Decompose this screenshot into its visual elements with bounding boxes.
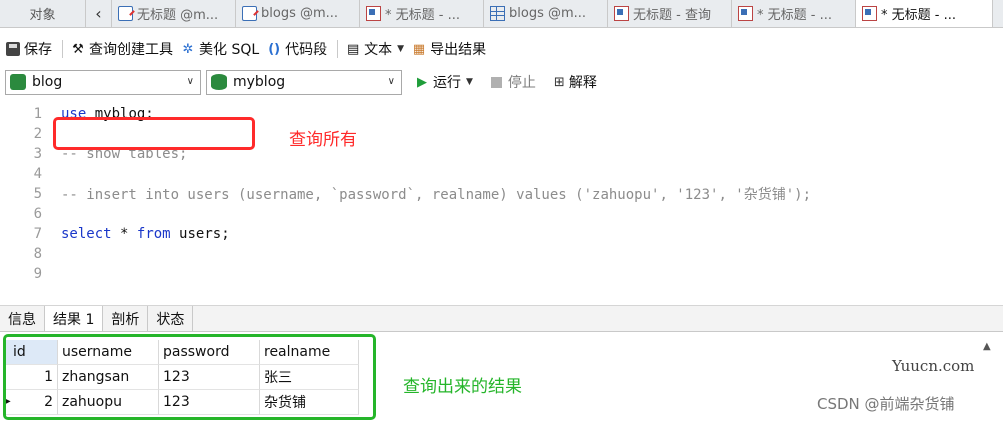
connection-icon — [10, 74, 26, 90]
green-highlight-box — [3, 334, 376, 420]
tab-design-untitled-active[interactable]: * 无标题 - ... — [856, 0, 993, 27]
tab-label: * 无标题 - ... — [757, 8, 832, 23]
tab-label: 无标题 @m... — [137, 8, 219, 23]
annotation-query-all: 查询所有 — [289, 130, 357, 150]
database-select[interactable]: myblog ∨ — [206, 69, 402, 95]
connection-select[interactable]: blog ∨ — [5, 69, 201, 95]
code-line-5: -- insert into users (username, `passwor… — [61, 187, 812, 203]
beautify-sql-button[interactable]: ✲ 美化 SQL — [181, 39, 260, 59]
query-icon — [118, 6, 133, 21]
line-number: 7 — [33, 226, 42, 242]
tab-status[interactable]: 状态 — [148, 306, 194, 331]
stop-button[interactable]: 停止 — [481, 72, 536, 92]
table-design-icon — [738, 6, 753, 21]
braces-icon: () — [268, 41, 281, 57]
query-builder-button[interactable]: ⚒ 查询创建工具 — [71, 39, 173, 59]
annotation-query-result: 查询出来的结果 — [403, 377, 522, 397]
tab-label: * 无标题 - ... — [881, 8, 956, 23]
line-number: 4 — [33, 166, 42, 182]
explain-icon: ⊞ — [553, 74, 565, 90]
table-design-icon — [614, 6, 629, 21]
query-toolbar: 保存 ⚒ 查询创建工具 ✲ 美化 SQL () 代码段 ▤ 文本 ▼ ▦ 导出结… — [0, 34, 1003, 64]
toolbar-divider — [337, 40, 339, 58]
editor-line: 5 -- insert into users (username, `passw… — [0, 184, 1003, 204]
table-design-icon — [862, 6, 877, 21]
line-number: 8 — [33, 246, 42, 262]
watermark-site: Yuucn.com — [892, 357, 975, 375]
watermark-author: CSDN @前端杂货铺 — [817, 395, 955, 413]
tab-info[interactable]: 信息 — [0, 306, 45, 331]
table-icon — [490, 6, 505, 21]
code-snippet-button[interactable]: () 代码段 — [267, 39, 327, 59]
connection-bar: blog ∨ myblog ∨ ▶ 运行 ▼ 停止 ⊞ 解释 — [0, 68, 1003, 96]
text-button[interactable]: ▤ 文本 ▼ — [346, 39, 404, 59]
line-number: 9 — [33, 266, 42, 282]
chevron-down-icon: ∨ — [387, 75, 395, 87]
editor-line: 8 — [0, 244, 1003, 264]
line-number: 6 — [33, 206, 42, 222]
query-icon — [242, 6, 257, 21]
line-number: 3 — [33, 146, 42, 162]
database-icon — [211, 74, 227, 90]
document-icon: ▤ — [347, 41, 360, 57]
dropdown-caret-icon: ▼ — [397, 44, 405, 54]
save-icon — [6, 42, 20, 56]
stop-icon — [490, 76, 502, 88]
tab-objects[interactable]: 对象 — [0, 0, 86, 27]
tab-design-untitled-1[interactable]: * 无标题 - ... — [360, 0, 484, 27]
tab-scroll-left-icon[interactable]: ‹ — [86, 0, 112, 27]
toolbar-divider — [62, 40, 63, 58]
tab-design-untitled-query[interactable]: 无标题 - 查询 — [608, 0, 732, 27]
editor-line: 4 — [0, 164, 1003, 184]
dropdown-caret-icon: ▼ — [466, 77, 473, 87]
line-number: 1 — [33, 106, 42, 122]
tab-label: * 无标题 - ... — [385, 8, 460, 23]
tab-result-1[interactable]: 结果 1 — [45, 306, 104, 331]
explain-button[interactable]: ⊞ 解释 — [544, 72, 597, 92]
code-line-7: select * from users; — [61, 226, 230, 242]
tab-label: 无标题 - 查询 — [633, 8, 711, 23]
magic-wand-icon: ✲ — [182, 41, 194, 57]
line-number: 2 — [33, 126, 42, 142]
tab-design-untitled-2[interactable]: * 无标题 - ... — [732, 0, 856, 27]
result-tab-bar: 信息 结果 1 剖析 状态 — [0, 305, 1003, 332]
tab-table-blogs[interactable]: blogs @m... — [484, 0, 608, 27]
run-button[interactable]: ▶ 运行 ▼ — [407, 72, 473, 92]
table-design-icon — [366, 6, 381, 21]
save-button[interactable]: 保存 — [6, 39, 52, 59]
export-icon: ▦ — [412, 41, 426, 57]
scroll-up-icon[interactable]: ▲ — [983, 341, 991, 352]
editor-line: 6 — [0, 204, 1003, 224]
play-icon: ▶ — [417, 74, 427, 90]
tab-label: blogs @m... — [261, 6, 339, 21]
editor-line: 9 — [0, 264, 1003, 284]
hammer-icon: ⚒ — [72, 41, 84, 57]
editor-line: 7 select * from users; — [0, 224, 1003, 244]
tab-label: blogs @m... — [509, 6, 587, 21]
line-number: 5 — [33, 186, 42, 202]
chevron-down-icon: ∨ — [186, 75, 194, 87]
editor-tab-bar: 对象 ‹ 无标题 @m... blogs @m... * 无标题 - ... b… — [0, 0, 1003, 28]
tab-query-untitled-1[interactable]: 无标题 @m... — [112, 0, 236, 27]
red-highlight-box — [53, 117, 255, 150]
export-result-button[interactable]: ▦ 导出结果 — [412, 39, 486, 59]
tab-query-blogs[interactable]: blogs @m... — [236, 0, 360, 27]
tab-profile[interactable]: 剖析 — [103, 306, 149, 331]
